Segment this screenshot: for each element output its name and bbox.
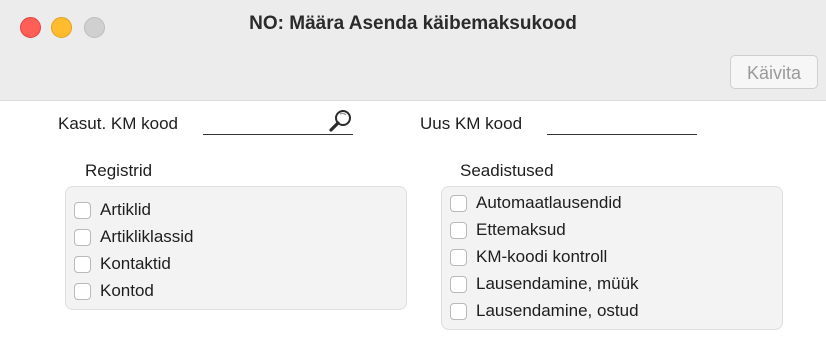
search-icon[interactable] <box>328 108 354 134</box>
checkbox-label: Kontaktid <box>100 254 171 273</box>
checkbox[interactable] <box>450 248 467 266</box>
registers-item-artikliklassid[interactable]: Artikliklassid <box>74 227 194 247</box>
registers-item-kontod[interactable]: Kontod <box>74 281 154 301</box>
checkbox[interactable] <box>450 302 467 320</box>
settings-item-lausendamine-muuk[interactable]: Lausendamine, müük <box>450 274 639 294</box>
checkbox[interactable] <box>74 255 91 273</box>
settings-item-automaatlausendid[interactable]: Automaatlausendid <box>450 193 622 213</box>
checkbox[interactable] <box>74 282 91 300</box>
old-vat-code-label: Kasut. KM kood <box>58 114 179 133</box>
registers-item-kontaktid[interactable]: Kontaktid <box>74 254 171 274</box>
checkbox-label: Lausendamine, ostud <box>476 301 639 320</box>
checkbox[interactable] <box>74 201 91 219</box>
checkbox[interactable] <box>450 194 467 212</box>
registers-heading: Registrid <box>85 161 153 180</box>
new-vat-code-field[interactable] <box>547 134 697 135</box>
checkbox-label: Artiklid <box>100 200 152 219</box>
old-vat-code-underline <box>203 134 353 135</box>
checkbox-label: Ettemaksud <box>476 220 566 239</box>
checkbox-label: Lausendamine, müük <box>476 274 639 293</box>
registers-item-artiklid[interactable]: Artiklid <box>74 200 151 220</box>
settings-item-km-koodi-kontroll[interactable]: KM-koodi kontroll <box>450 247 607 267</box>
checkbox-label: Artikliklassid <box>100 227 194 246</box>
settings-heading: Seadistused <box>460 161 554 180</box>
checkbox-label: KM-koodi kontroll <box>476 247 608 266</box>
settings-item-ettemaksud[interactable]: Ettemaksud <box>450 220 566 240</box>
checkbox[interactable] <box>450 275 467 293</box>
window-titlebar: NO: Määra Asenda käibemaksukood Käivita <box>0 0 826 101</box>
window-title: NO: Määra Asenda käibemaksukood <box>249 13 577 34</box>
settings-panel: Automaatlausendid Ettemaksud KM-koodi ko… <box>441 186 783 330</box>
checkbox[interactable] <box>74 228 91 246</box>
new-vat-code-label: Uus KM kood <box>420 114 523 133</box>
registers-panel: Artiklid Artikliklassid Kontaktid Kontod <box>65 186 407 310</box>
checkbox[interactable] <box>450 221 467 239</box>
settings-item-lausendamine-ostud[interactable]: Lausendamine, ostud <box>450 301 639 321</box>
checkbox-label: Kontod <box>100 281 154 300</box>
run-button[interactable]: Käivita <box>730 55 818 89</box>
checkbox-label: Automaatlausendid <box>476 193 622 212</box>
